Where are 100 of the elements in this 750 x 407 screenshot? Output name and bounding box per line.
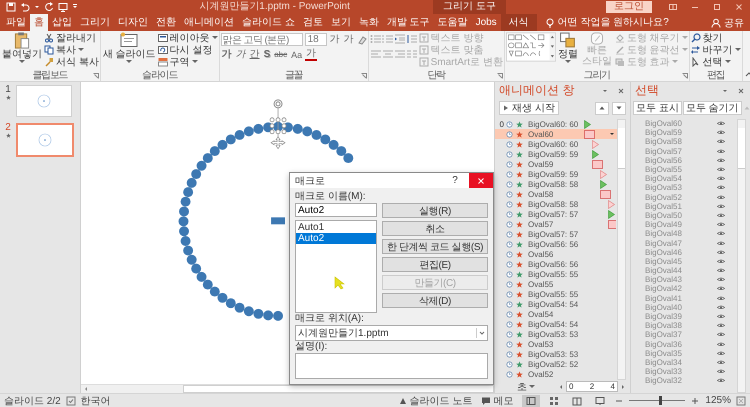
login-button[interactable]: 로그인 [606, 1, 652, 13]
animation-item[interactable]: Oval58 [495, 189, 617, 199]
animation-item[interactable]: BigOval52: 52 [495, 359, 617, 369]
shape-name[interactable]: BigOval42 [645, 284, 717, 294]
shape-name[interactable]: BigOval58 [645, 137, 717, 146]
list-item[interactable]: Auto1 [296, 222, 376, 233]
arrange-button[interactable]: 정렬 [556, 32, 579, 64]
show-all-button[interactable]: 모두 표시 [633, 101, 682, 115]
hide-all-button[interactable]: 모두 숨기기 [682, 101, 742, 115]
comments-button[interactable]: 메모 [481, 394, 514, 407]
shape-name[interactable]: BigOval49 [645, 220, 717, 230]
shape-name[interactable]: BigOval47 [645, 238, 717, 248]
seconds-dropdown[interactable]: 초 [517, 380, 535, 394]
shape-name[interactable]: BigOval46 [645, 248, 717, 257]
animation-item[interactable]: BigOval57: 57 [495, 209, 617, 219]
dialog-button[interactable]: 취소 [382, 221, 488, 236]
language-label[interactable]: 한국어 [80, 394, 111, 407]
ribbon-tab[interactable]: 파일 [2, 14, 30, 31]
animation-item[interactable]: 0 BigOval60: 60 [495, 119, 617, 129]
shape-name[interactable]: BigOval56 [645, 156, 717, 165]
paste-button[interactable]: 붙여넣기 [1, 32, 43, 64]
format-button[interactable]: 가 [234, 49, 247, 61]
dialog-button[interactable]: 실행(R) [382, 203, 488, 218]
shape-name[interactable]: BigOval50 [645, 210, 717, 220]
shape-name[interactable]: BigOval54 [645, 174, 717, 184]
macro-location-dropdown[interactable]: 시계원만들기1.pptm [295, 325, 488, 341]
shape-name[interactable]: BigOval41 [645, 294, 717, 303]
notes-button[interactable]: 슬라이드 노트 [398, 394, 472, 407]
ribbon-button[interactable]: 잘라내기 [44, 32, 99, 44]
format-button[interactable]: 가 [305, 49, 318, 61]
format-button[interactable]: 간 [248, 49, 261, 61]
shape-name[interactable]: BigOval45 [645, 256, 717, 266]
animation-item[interactable]: Oval59 [495, 159, 617, 169]
dialog-button[interactable]: 삭제(D) [382, 293, 488, 308]
animation-item[interactable]: BigOval54: 54 [495, 299, 617, 309]
shape-name[interactable]: BigOval38 [645, 321, 717, 330]
format-button[interactable]: 가 [220, 49, 233, 61]
shape-name[interactable]: BigOval37 [645, 330, 717, 340]
ribbon-tab[interactable]: 도움말 [434, 14, 472, 31]
dialog-button[interactable]: 편집(E) [382, 257, 488, 272]
ribbon-tab[interactable]: 슬라이드 쇼 [238, 14, 299, 31]
shape-name[interactable]: BigOval40 [645, 302, 717, 312]
ribbon-tab[interactable]: 홈 [30, 14, 48, 31]
shape-name[interactable]: BigOval51 [645, 202, 717, 211]
format-button[interactable]: S [262, 49, 272, 61]
ribbon-button[interactable]: 복사 [44, 44, 99, 56]
shape-name[interactable]: BigOval36 [645, 340, 717, 349]
shape-name[interactable]: BigOval35 [645, 348, 717, 358]
ribbon-button[interactable]: 선택 [690, 56, 741, 68]
animation-item[interactable]: BigOval57: 57 [495, 229, 617, 239]
font-size-button[interactable]: 가 [342, 34, 355, 46]
shape-name[interactable]: BigOval55 [645, 165, 717, 174]
ribbon-tab[interactable]: 녹화 [354, 14, 383, 31]
share-button[interactable]: 공유 [711, 14, 750, 31]
shape-name[interactable]: BigOval34 [645, 358, 717, 367]
shape-name[interactable]: BigOval44 [645, 266, 717, 276]
ribbon-button[interactable]: 레이아웃 [158, 32, 218, 44]
ribbon-button[interactable]: 바꾸기 [690, 44, 741, 56]
format-button[interactable]: Aa [290, 49, 304, 61]
ribbon-button[interactable]: 다시 설정 [158, 44, 218, 56]
format-button[interactable]: abc [273, 49, 288, 61]
shape-name[interactable]: BigOval43 [645, 275, 717, 284]
shape-name[interactable]: BigOval33 [645, 367, 717, 376]
animation-item[interactable]: Oval53 [495, 339, 617, 349]
animation-item[interactable]: BigOval59: 59 [495, 169, 617, 179]
shape-name[interactable]: BigOval52 [645, 192, 717, 202]
ribbon-tab[interactable]: 서식 [500, 14, 537, 31]
shape-name[interactable]: BigOval59 [645, 128, 717, 138]
ribbon-tab[interactable]: 삽입 [48, 14, 76, 31]
animation-item[interactable]: Oval60 [495, 129, 617, 139]
shape-name[interactable]: BigOval48 [645, 229, 717, 238]
shape-name[interactable]: BigOval39 [645, 312, 717, 322]
ribbon-tab[interactable]: 보기 [326, 14, 355, 31]
ribbon-tab[interactable]: 디자인 [114, 14, 152, 31]
macro-list[interactable]: Auto1 Auto2 [295, 220, 377, 313]
shape-name[interactable]: BigOval57 [645, 146, 717, 156]
font-size-button[interactable]: 가 [328, 34, 341, 46]
animation-item[interactable]: Oval57 [495, 219, 617, 229]
animation-item[interactable]: Oval54 [495, 309, 617, 319]
macro-name-field[interactable]: Auto2 [295, 203, 377, 217]
animation-item[interactable]: BigOval53: 53 [495, 349, 617, 359]
shape-name[interactable]: BigOval53 [645, 183, 717, 192]
font-name-field[interactable]: 맑은 고딕 (본문) [220, 33, 303, 46]
zoom-level[interactable]: 125% [705, 395, 731, 406]
shape-name[interactable]: BigOval60 [645, 119, 717, 128]
ribbon-button[interactable]: 찾기 [690, 32, 741, 44]
ribbon-tab[interactable]: 그리기 [76, 14, 114, 31]
ribbon-tab[interactable]: 전환 [152, 14, 180, 31]
new-slide-button[interactable]: 새 슬라이드 [102, 32, 157, 64]
animation-item[interactable]: BigOval56: 56 [495, 239, 617, 249]
ribbon-tab[interactable]: 검토 [298, 14, 327, 31]
animation-item[interactable]: BigOval55: 55 [495, 269, 617, 279]
ribbon-tab[interactable]: 개발 도구 [382, 14, 434, 31]
animation-item[interactable]: BigOval55: 55 [495, 289, 617, 299]
dialog-button[interactable]: 한 단계씩 코드 실행(S) [382, 239, 488, 254]
shape-name[interactable]: BigOval32 [645, 376, 717, 386]
ribbon-button[interactable]: 구역 [158, 56, 218, 68]
animation-item[interactable]: Oval52 [495, 369, 617, 379]
animation-item[interactable]: BigOval60: 60 [495, 139, 617, 149]
animation-item[interactable]: BigOval54: 54 [495, 319, 617, 329]
